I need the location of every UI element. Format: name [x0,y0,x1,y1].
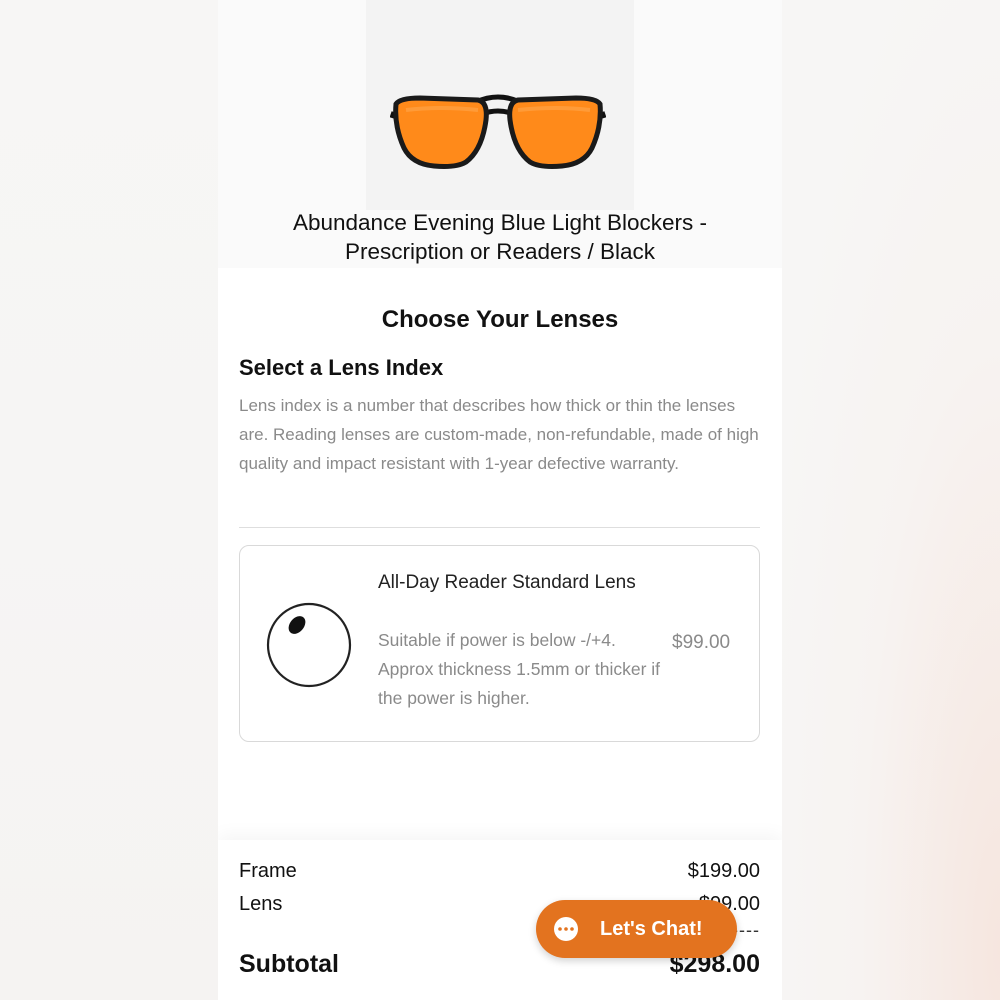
background-right [782,0,1000,1000]
choose-lenses-heading: Choose Your Lenses [381,306,619,333]
frame-label: Frame [239,860,297,882]
frame-price: $199.00 [687,860,760,882]
lens-label: Lens [239,893,283,915]
lens-option-price: $99.00 [672,632,731,653]
lens-circle-icon [266,602,352,688]
price-summary: Frame $199.00 Lens $99.00 ------- Subtot… [218,840,782,1000]
lens-option-standard[interactable]: All-Day Reader Standard Lens Suitable if… [239,545,760,742]
chat-button[interactable]: Let's Chat! [536,900,737,958]
product-page: Abundance Evening Blue Light Blockers - … [218,0,782,1000]
divider [239,527,760,528]
background-left [0,0,218,1000]
product-title: Abundance Evening Blue Light Blockers - … [292,210,707,264]
subtotal-label: Subtotal [239,950,339,978]
lens-index-heading: Select a Lens Index [239,355,444,380]
lens-option-name: All-Day Reader Standard Lens [378,572,636,593]
chat-label: Let's Chat! [600,918,703,940]
product-header: Abundance Evening Blue Light Blockers - … [218,0,782,268]
lens-option-description: Suitable if power is below -/+4. Approx … [378,630,661,708]
glasses-icon [390,94,606,169]
lens-index-description: Lens index is a number that describes ho… [239,396,759,473]
chat-bubble-icon [554,917,578,941]
